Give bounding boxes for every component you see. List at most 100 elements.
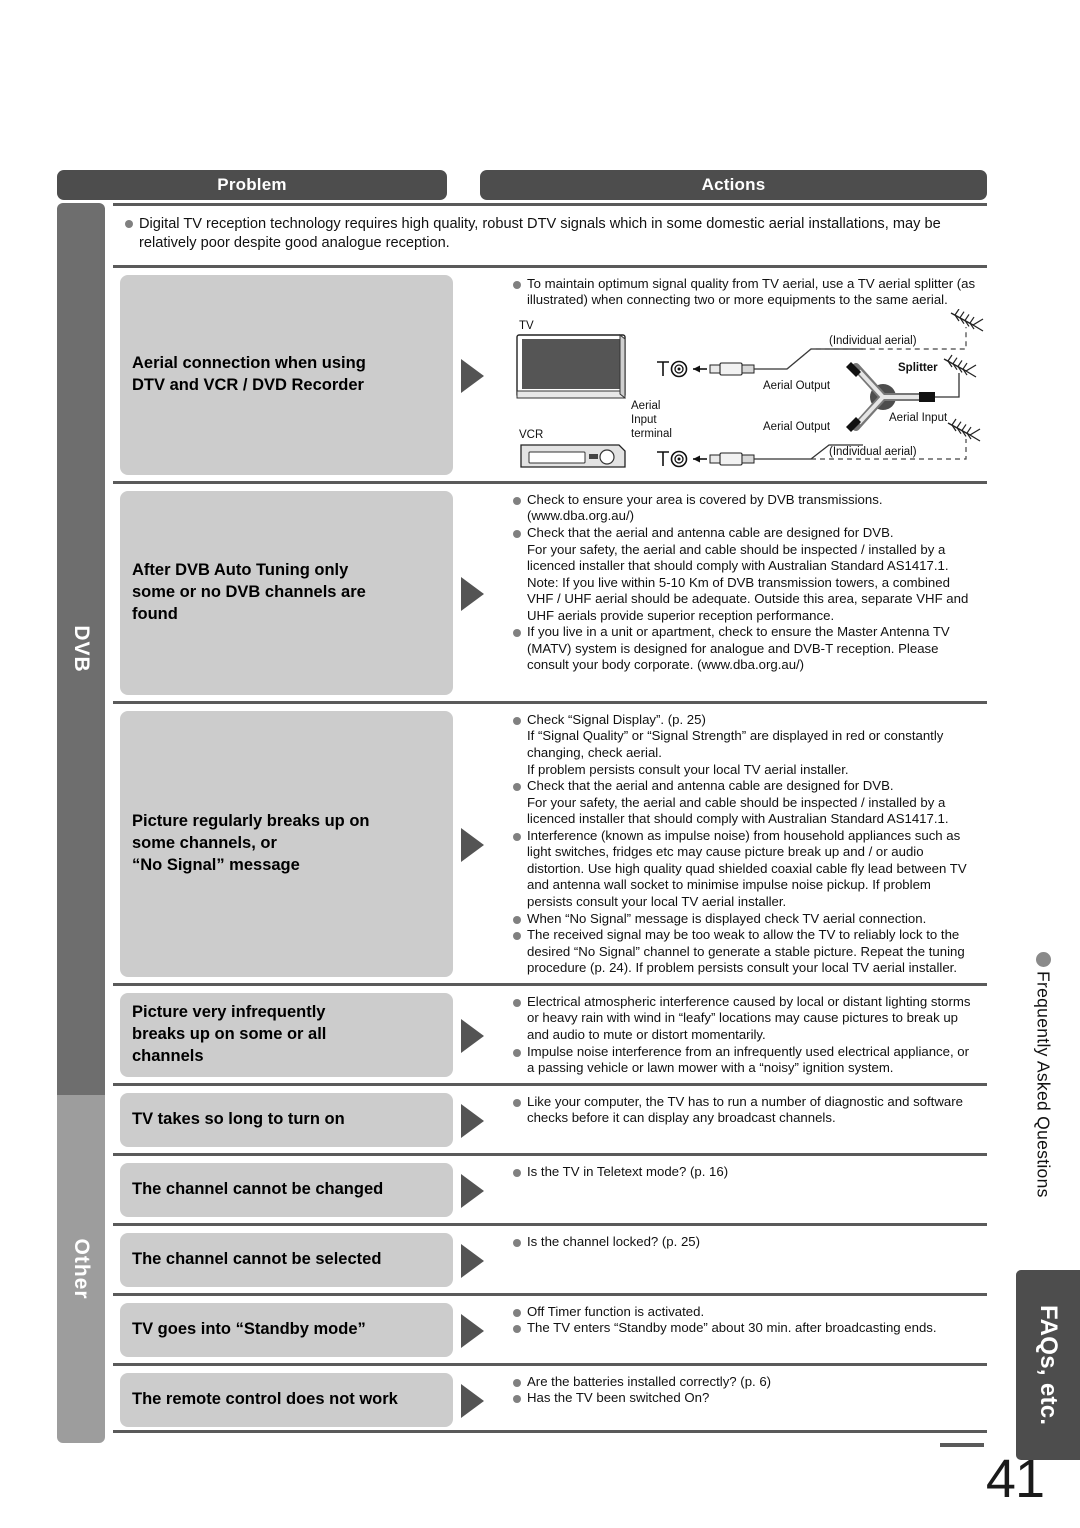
action-bullet: Like your computer, the TV has to run a …	[511, 1094, 979, 1127]
actions-cell: Is the TV in Teletext mode? (p. 16)	[503, 1156, 987, 1226]
manual-page: Problem Actions DVB Other Digital TV rec…	[0, 0, 1080, 1528]
problem-label: Aerial connection when using DTV and VCR…	[132, 354, 366, 394]
arrow-right-icon	[461, 1313, 484, 1348]
aerial-socket-icon	[657, 360, 755, 378]
problem-box[interactable]: Aerial connection when using DTV and VCR…	[120, 274, 453, 475]
problem-cell: Picture regularly breaks up on some chan…	[113, 704, 503, 986]
action-bullet: Interference (known as impulse noise) fr…	[511, 828, 979, 911]
actions-cell: To maintain optimum signal quality from …	[503, 268, 987, 484]
actions-cell: Like your computer, the TV has to run a …	[503, 1086, 987, 1156]
problem-box[interactable]: The remote control does not work	[120, 1372, 453, 1427]
problem-cell: TV goes into “Standby mode”	[113, 1296, 503, 1366]
problem-cell: After DVB Auto Tuning only some or no DV…	[113, 484, 503, 704]
problem-cell: The remote control does not work	[113, 1366, 503, 1436]
actions-cell: Are the batteries installed correctly? (…	[503, 1366, 987, 1436]
page-number-rule	[940, 1443, 984, 1447]
category-dvb: DVB	[57, 203, 105, 1095]
problem-label: The channel cannot be selected	[132, 1249, 382, 1268]
problem-label: Picture regularly breaks up on some chan…	[132, 812, 370, 874]
antenna-icon	[943, 354, 977, 378]
side-tab-label: FAQs, etc.	[1035, 1304, 1062, 1426]
category-other-label: Other	[70, 1238, 93, 1300]
page-number: 41	[985, 1449, 1045, 1509]
table-row: The remote control does not work Are the …	[113, 1362, 987, 1436]
table-row: The channel cannot be changed Is the TV i…	[113, 1152, 987, 1226]
actions-cell: Check “Signal Display”. (p. 25) If “Sign…	[503, 704, 987, 986]
action-bullet: The received signal may be too weak to a…	[511, 927, 979, 977]
actions-column-header: Actions	[480, 170, 987, 200]
action-bullet: Electrical atmospheric interference caus…	[511, 994, 979, 1044]
table-row: TV goes into “Standby mode” Off Timer fun…	[113, 1292, 987, 1366]
action-bullet: Is the TV in Teletext mode? (p. 16)	[511, 1164, 979, 1181]
splitter-label: Splitter	[898, 362, 938, 374]
arrow-right-icon	[461, 1018, 484, 1053]
problem-column-header: Problem	[57, 170, 447, 200]
action-bullet: If you live in a unit or apartment, chec…	[511, 624, 979, 674]
problem-cell: The channel cannot be changed	[113, 1156, 503, 1226]
arrow-right-icon	[461, 827, 484, 862]
action-bullet: Is the channel locked? (p. 25)	[511, 1234, 979, 1251]
vcr-label: VCR	[519, 429, 543, 441]
arrow-right-icon	[461, 576, 484, 611]
action-bullet: Has the TV been switched On?	[511, 1390, 979, 1407]
table-row: Aerial connection when using DTV and VCR…	[113, 264, 987, 484]
action-bullet: Are the batteries installed correctly? (…	[511, 1374, 979, 1391]
action-bullet: The TV enters “Standby mode” about 30 mi…	[511, 1320, 979, 1337]
intro-row: Digital TV reception technology requires…	[113, 203, 987, 265]
aerial-socket-icon	[657, 450, 755, 468]
column-headers: Problem Actions	[57, 170, 987, 200]
side-faq-marker: Frequently Asked Questions	[1026, 952, 1060, 1282]
problem-cell: TV takes so long to turn on	[113, 1086, 503, 1156]
antenna-icon	[950, 308, 984, 332]
actions-cell: Is the channel locked? (p. 25)	[503, 1226, 987, 1296]
table-row: Picture regularly breaks up on some chan…	[113, 700, 987, 986]
problem-label: Picture very infrequently breaks up on s…	[132, 1003, 327, 1065]
individual-aerial-top-label: (Individual aerial)	[829, 335, 917, 347]
problem-box[interactable]: Picture regularly breaks up on some chan…	[120, 710, 453, 977]
side-tab-faqs[interactable]: FAQs, etc.	[1016, 1270, 1080, 1460]
tv-label: TV	[519, 320, 534, 332]
problem-box[interactable]: The channel cannot be changed	[120, 1162, 453, 1217]
actions-cell: Check to ensure your area is covered by …	[503, 484, 987, 704]
troubleshooting-table: Digital TV reception technology requires…	[113, 203, 987, 1433]
problem-label: After DVB Auto Tuning only some or no DV…	[132, 561, 366, 623]
problem-label: TV takes so long to turn on	[132, 1109, 345, 1128]
aerial-input-terminal-label: Aerial Input terminal	[631, 400, 672, 440]
actions-cell: Off Timer function is activated. The TV e…	[503, 1296, 987, 1366]
table-row: The channel cannot be selected Is the cha…	[113, 1222, 987, 1296]
action-bullet: Check “Signal Display”. (p. 25) If “Sign…	[511, 712, 979, 778]
problem-box[interactable]: Picture very infrequently breaks up on s…	[120, 992, 453, 1077]
arrow-right-icon	[461, 1103, 484, 1138]
table-row: TV takes so long to turn on Like your com…	[113, 1082, 987, 1156]
problem-label: TV goes into “Standby mode”	[132, 1319, 366, 1338]
problem-box[interactable]: TV takes so long to turn on	[120, 1092, 453, 1147]
aerial-connection-diagram: TV VCR Aerial Input terminal Aerial Output Aer…	[516, 308, 984, 468]
action-bullet: Check that the aerial and antenna cable …	[511, 778, 979, 828]
table-row: Picture very infrequently breaks up on s…	[113, 982, 987, 1086]
aerial-output-top-label: Aerial Output	[763, 380, 831, 392]
problem-cell: Picture very infrequently breaks up on s…	[113, 986, 503, 1086]
action-bullet: Check to ensure your area is covered by …	[511, 492, 979, 525]
action-bullet: To maintain optimum signal quality from …	[511, 276, 979, 309]
action-bullet: When “No Signal” message is displayed ch…	[511, 911, 979, 928]
problem-label: The channel cannot be changed	[132, 1179, 384, 1198]
individual-aerial-bottom-label: (Individual aerial)	[829, 446, 917, 458]
aerial-input-label: Aerial Input	[889, 412, 948, 424]
category-rail: DVB Other	[57, 203, 105, 1443]
action-bullet: Impulse noise interference from an infre…	[511, 1044, 979, 1077]
problem-box[interactable]: After DVB Auto Tuning only some or no DV…	[120, 490, 453, 695]
arrow-right-icon	[461, 1383, 484, 1418]
arrow-right-icon	[461, 1243, 484, 1278]
action-bullet: Off Timer function is activated.	[511, 1304, 979, 1321]
intro-text: Digital TV reception technology requires…	[123, 215, 977, 254]
bullet-dot-icon	[1035, 952, 1051, 967]
problem-box[interactable]: TV goes into “Standby mode”	[120, 1302, 453, 1357]
problem-box[interactable]: The channel cannot be selected	[120, 1232, 453, 1287]
problem-cell: The channel cannot be selected	[113, 1226, 503, 1296]
action-bullet: Check that the aerial and antenna cable …	[511, 525, 979, 624]
category-other: Other	[57, 1095, 105, 1443]
category-dvb-label: DVB	[70, 625, 93, 673]
problem-cell: Aerial connection when using DTV and VCR…	[113, 268, 503, 484]
table-row: After DVB Auto Tuning only some or no DV…	[113, 480, 987, 704]
antenna-icon	[947, 418, 981, 442]
